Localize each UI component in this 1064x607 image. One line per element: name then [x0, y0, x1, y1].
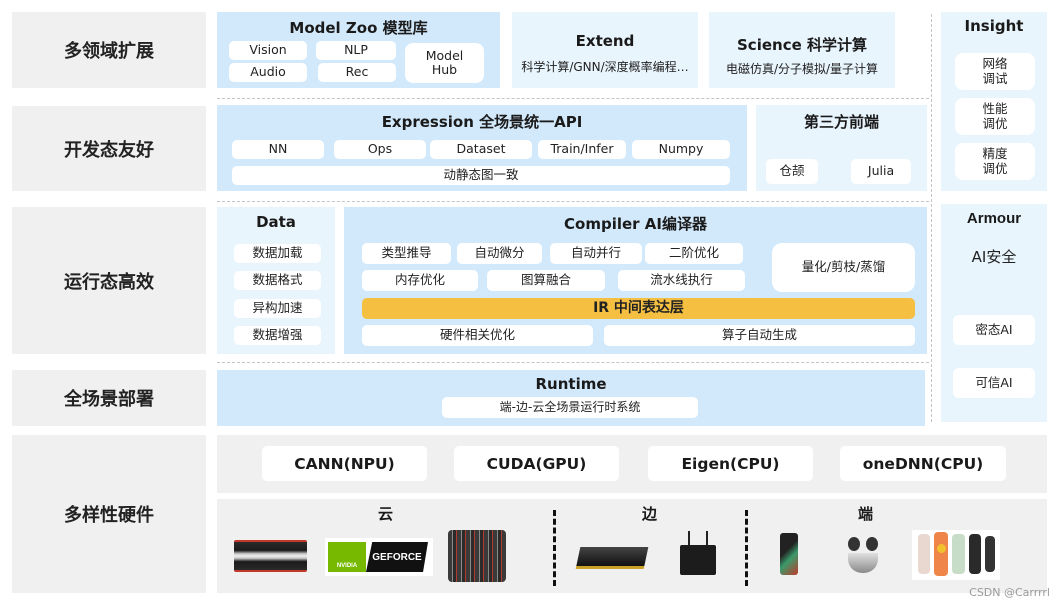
- expression-item-dataset[interactable]: Dataset: [430, 140, 532, 159]
- divider: [217, 201, 929, 202]
- divider: [931, 14, 932, 422]
- runtime-subtitle[interactable]: 端-边-云全场景运行时系统: [442, 397, 698, 418]
- expression-item-train-infer[interactable]: Train/Infer: [538, 140, 626, 159]
- data-item-augment[interactable]: 数据增强: [234, 326, 321, 345]
- runtime-panel: Runtime 端-边-云全场景运行时系统: [217, 370, 925, 426]
- backend-eigen[interactable]: Eigen(CPU): [648, 446, 813, 481]
- earbuds-image: [842, 533, 884, 575]
- model-zoo-panel: Model Zoo 模型库 Vision NLP Audio Rec Model…: [217, 12, 500, 88]
- group-label-edge: 边: [642, 505, 658, 523]
- server-image: [234, 540, 307, 572]
- accelerator-card-image: [575, 547, 649, 569]
- insight-item-network-debug[interactable]: 网络 调试: [955, 53, 1035, 90]
- group-separator: [745, 510, 748, 586]
- armour-subtitle: AI安全: [971, 248, 1017, 266]
- row-label-multi-domain: 多领域扩展: [12, 12, 206, 88]
- nvidia-geforce-image: NVIDIA GEFORCE: [325, 538, 433, 576]
- compiler-item-type-inference[interactable]: 类型推导: [362, 243, 451, 264]
- third-party-title: 第三方前端: [803, 113, 879, 131]
- geforce-logo: GEFORCE: [366, 542, 428, 572]
- model-zoo-item-model-hub[interactable]: Model Hub: [405, 43, 484, 83]
- armour-title: Armour: [966, 210, 1022, 227]
- model-zoo-title: Model Zoo 模型库: [289, 19, 428, 37]
- expression-item-numpy[interactable]: Numpy: [632, 140, 730, 159]
- server-rack-image: [448, 530, 506, 582]
- group-label-device: 端: [858, 505, 874, 523]
- compiler-item-graph-kernel-fusion[interactable]: 图算融合: [487, 270, 605, 291]
- compiler-item-auto-parallel[interactable]: 自动并行: [550, 243, 642, 264]
- science-title: Science 科学计算: [737, 36, 867, 54]
- compiler-item-hw-opt[interactable]: 硬件相关优化: [362, 325, 593, 346]
- compiler-item-memory-opt[interactable]: 内存优化: [362, 270, 478, 291]
- data-item-format[interactable]: 数据格式: [234, 271, 321, 290]
- insight-item-perf-tuning[interactable]: 性能 调优: [955, 98, 1035, 135]
- row-label-hardware: 多样性硬件: [12, 435, 206, 593]
- third-party-item-cangjie[interactable]: 仓颉: [766, 159, 818, 184]
- watermark: CSDN @Carrrrl: [969, 586, 1050, 599]
- backend-cuda[interactable]: CUDA(GPU): [454, 446, 619, 481]
- extend-subtitle: 科学计算/GNN/深度概率编程…: [521, 60, 689, 74]
- data-panel: Data 数据加载 数据格式 异构加速 数据增强: [217, 207, 335, 354]
- nvidia-logo: NVIDIA: [328, 542, 366, 572]
- expression-item-dynamic-static[interactable]: 动静态图一致: [232, 166, 730, 185]
- science-subtitle: 电磁仿真/分子模拟/量子计算: [725, 62, 879, 76]
- backend-onednn[interactable]: oneDNN(CPU): [840, 446, 1006, 481]
- phone-image: [780, 533, 798, 575]
- insight-item-accuracy-tuning[interactable]: 精度 调优: [955, 143, 1035, 180]
- runtime-title: Runtime: [535, 375, 607, 393]
- model-zoo-item-rec[interactable]: Rec: [318, 63, 396, 82]
- expression-panel: Expression 全场景统一API NN Ops Dataset Train…: [217, 105, 747, 191]
- model-zoo-item-vision[interactable]: Vision: [229, 41, 307, 60]
- group-label-cloud: 云: [378, 505, 394, 523]
- expression-title: Expression 全场景统一API: [381, 113, 583, 131]
- divider: [217, 98, 929, 99]
- science-panel: Science 科学计算 电磁仿真/分子模拟/量子计算: [709, 12, 895, 88]
- expression-item-nn[interactable]: NN: [232, 140, 324, 159]
- data-title: Data: [256, 213, 296, 231]
- compiler-item-auto-diff[interactable]: 自动微分: [457, 243, 542, 264]
- edge-box-image: [680, 531, 716, 575]
- smartwatch-image: [912, 530, 1000, 580]
- armour-item-trusted-ai[interactable]: 可信AI: [953, 368, 1035, 398]
- compiler-item-second-order[interactable]: 二阶优化: [645, 243, 743, 264]
- row-label-all-scenario: 全场景部署: [12, 370, 206, 426]
- divider: [217, 362, 929, 363]
- model-zoo-item-nlp[interactable]: NLP: [316, 41, 396, 60]
- compiler-item-quantize-prune-distill[interactable]: 量化/剪枝/蒸馏: [772, 243, 915, 292]
- row-label-dev-friendly: 开发态友好: [12, 106, 206, 191]
- row-label-runtime-efficient: 运行态高效: [12, 207, 206, 354]
- ir-layer-bar[interactable]: IR 中间表达层: [362, 298, 915, 319]
- third-party-panel: 第三方前端 仓颉 Julia: [756, 105, 927, 191]
- compiler-title: Compiler AI编译器: [564, 215, 707, 233]
- data-item-loading[interactable]: 数据加载: [234, 244, 321, 263]
- armour-item-encrypted-ai[interactable]: 密态AI: [953, 315, 1035, 345]
- armour-panel: Armour AI安全 密态AI 可信AI: [941, 204, 1047, 422]
- model-zoo-item-audio[interactable]: Audio: [229, 63, 307, 82]
- extend-panel: Extend 科学计算/GNN/深度概率编程…: [512, 12, 698, 88]
- compiler-item-op-autogen[interactable]: 算子自动生成: [604, 325, 915, 346]
- insight-panel: Insight 网络 调试 性能 调优 精度 调优: [941, 12, 1047, 191]
- insight-title: Insight: [964, 17, 1024, 35]
- group-separator: [553, 510, 556, 586]
- expression-item-ops[interactable]: Ops: [334, 140, 426, 159]
- backend-cann[interactable]: CANN(NPU): [262, 446, 427, 481]
- compiler-panel: Compiler AI编译器 类型推导 自动微分 自动并行 二阶优化 内存优化 …: [344, 207, 927, 354]
- extend-title: Extend: [575, 32, 635, 50]
- compiler-item-pipeline[interactable]: 流水线执行: [618, 270, 745, 291]
- third-party-item-julia[interactable]: Julia: [851, 159, 911, 184]
- data-item-hetero[interactable]: 异构加速: [234, 299, 321, 318]
